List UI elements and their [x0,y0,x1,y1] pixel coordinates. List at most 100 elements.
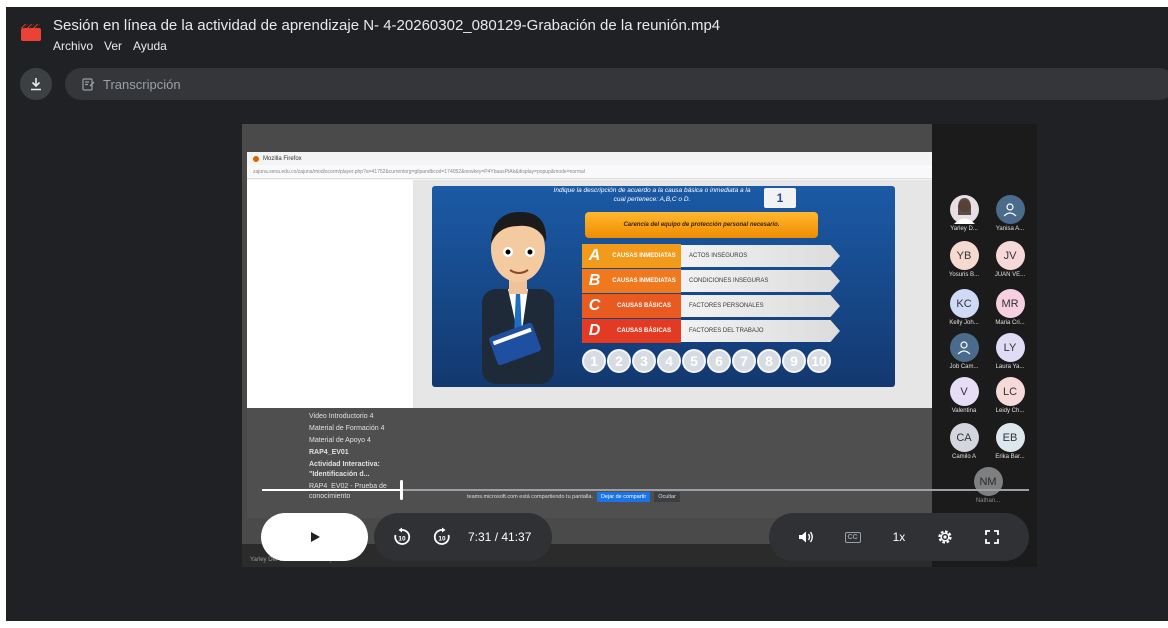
duration: / 41:37 [494,530,532,544]
menu-bar: Archivo Ver Ayuda [53,39,167,53]
forward-10-button[interactable]: 10 [428,523,456,551]
prompt-statement: Carencia del equipo de protección person… [585,212,818,238]
question-nav-9[interactable]: 9 [782,349,806,373]
option-category: CAUSAS INMEDIATAS [607,269,681,293]
play-button[interactable] [261,513,368,561]
play-icon [310,532,320,542]
fullscreen-icon [984,530,999,544]
question-nav-1[interactable]: 1 [582,349,606,373]
participant-avatar: CA [949,423,979,452]
participant-tile: LY Laura Ya... [986,333,1034,378]
participant-name: JUAN VE... [994,272,1026,278]
participant-avatar [995,195,1025,224]
option-letter: D [582,319,607,343]
participant-avatar: LY [995,333,1025,362]
question-nav-7[interactable]: 7 [732,349,756,373]
playback-speed-button[interactable]: 1x [885,523,913,551]
question-nav-4[interactable]: 4 [657,349,681,373]
seek-bar-played [262,489,401,491]
option-description: FACTORES DEL TRABAJO [681,320,840,342]
participant-avatar: YB [949,241,979,270]
browser-urlbar: zajuna.sena.edu.co/zajuna/mod/scorm/play… [247,165,932,179]
participant-name: Maria Cri... [995,320,1025,326]
participant-tile: Yanisa A... [986,195,1034,240]
question-nav-6[interactable]: 6 [707,349,731,373]
transcript-button[interactable]: Transcripción [65,68,1168,100]
participant-tile: LC Leidy Ch... [986,377,1034,422]
media-player-window: Sesión en línea de la actividad de apren… [6,7,1168,621]
participant-tile: Job Cam... [940,333,988,378]
option-b[interactable]: B CAUSAS INMEDIATAS CONDICIONES INSEGURA… [582,269,840,293]
download-button[interactable] [20,68,52,100]
menu-ayuda[interactable]: Ayuda [133,39,167,53]
course-item: Actividad Interactiva: "Identificación d… [309,461,380,478]
question-nav-8[interactable]: 8 [757,349,781,373]
firefox-icon [253,155,259,162]
participant-tile: EB Erika Bar... [986,423,1034,468]
download-icon [31,78,41,91]
participant-avatar: KC [949,289,979,318]
gear-icon [938,530,952,544]
course-item: Material de Formación 4 [309,425,385,432]
current-time: 7:31 [468,530,492,544]
toolbar: Transcripción [6,60,1168,106]
course-item: RAP4_EV02 - Prueba de conocimiento [309,483,387,500]
participant-tile: YB Yosuris B... [940,241,988,286]
participant-tile: MR Maria Cri... [986,289,1034,334]
settings-button[interactable] [931,523,959,551]
browser-window: Mozilla Firefox zajuna.sena.edu.co/zajun… [247,152,932,408]
rewind-10-icon: 10 [394,527,411,545]
participant-avatar [949,333,979,362]
share-notice-text: teams.microsoft.com está compartiendo tu… [467,494,593,500]
question-text: Indique la descripción de acuerdo a la c… [553,187,751,203]
participant-avatar: MR [995,289,1025,318]
participant-name: Laura Ya... [995,364,1025,370]
forward-10-label: 10 [438,536,446,543]
rewind-10-label: 10 [398,536,406,543]
option-c[interactable]: C CAUSAS BÁSICAS FACTORES PERSONALES [582,294,840,318]
participant-name: Yanisa A... [995,226,1025,232]
video-file-icon [21,24,41,41]
captions-button[interactable]: CC [839,523,867,551]
participant-name: Job Cam... [949,364,979,370]
option-letter: C [582,294,607,318]
browser-left-pane [247,180,413,408]
seek-bar[interactable] [262,480,1029,500]
option-description: ACTOS INSEGUROS [681,245,840,267]
question-number: 1 [764,188,796,208]
fullscreen-button[interactable] [978,523,1006,551]
menu-ver[interactable]: Ver [104,39,122,53]
rewind-10-button[interactable]: 10 [388,523,416,551]
question-nav-5[interactable]: 5 [682,349,706,373]
option-description: CONDICIONES INSEGURAS [681,270,840,292]
transcript-label: Transcripción [103,76,181,92]
option-a[interactable]: A CAUSAS INMEDIATAS ACTOS INSEGUROS [582,244,840,268]
volume-button[interactable] [792,523,820,551]
seek-bar-thumb[interactable] [399,480,403,500]
menu-archivo[interactable]: Archivo [53,39,93,53]
person-icon [957,340,971,354]
course-item: RAP4_EV01 [309,449,349,456]
option-d[interactable]: D CAUSAS BÁSICAS FACTORES DEL TRABAJO [582,319,840,343]
participant-name: Leidy Ch... [995,408,1025,414]
option-category: CAUSAS INMEDIATAS [607,244,681,268]
option-letter: A [582,244,607,268]
participant-avatar: NM [973,467,1003,496]
option-description: FACTORES PERSONALES [681,295,840,317]
question-nav-10[interactable]: 10 [807,349,831,373]
participant-tile: KC Kelly Joh... [940,289,988,334]
question-nav-2[interactable]: 2 [607,349,631,373]
person-photo-icon [953,198,975,224]
stop-sharing-button: Dejar de compartir [596,492,651,502]
participant-avatar: LC [995,377,1025,406]
participant-name: Valentina [951,408,977,414]
participant-gallery: Yarley D... Yanisa A... YB Yosuris B... … [938,124,1037,524]
playback-controls: 10 10 7:31 / 41:37 [374,513,552,561]
participant-tile: JV JUAN VE... [986,241,1034,286]
participant-name: Erika Bar... [995,454,1025,460]
video-frame[interactable]: Mozilla Firefox zajuna.sena.edu.co/zajun… [242,124,1037,567]
participant-photo [949,195,979,224]
participant-tile: V Valentina [940,377,988,422]
question-nav-3[interactable]: 3 [632,349,656,373]
course-item: Material de Apoyo 4 [309,437,371,444]
